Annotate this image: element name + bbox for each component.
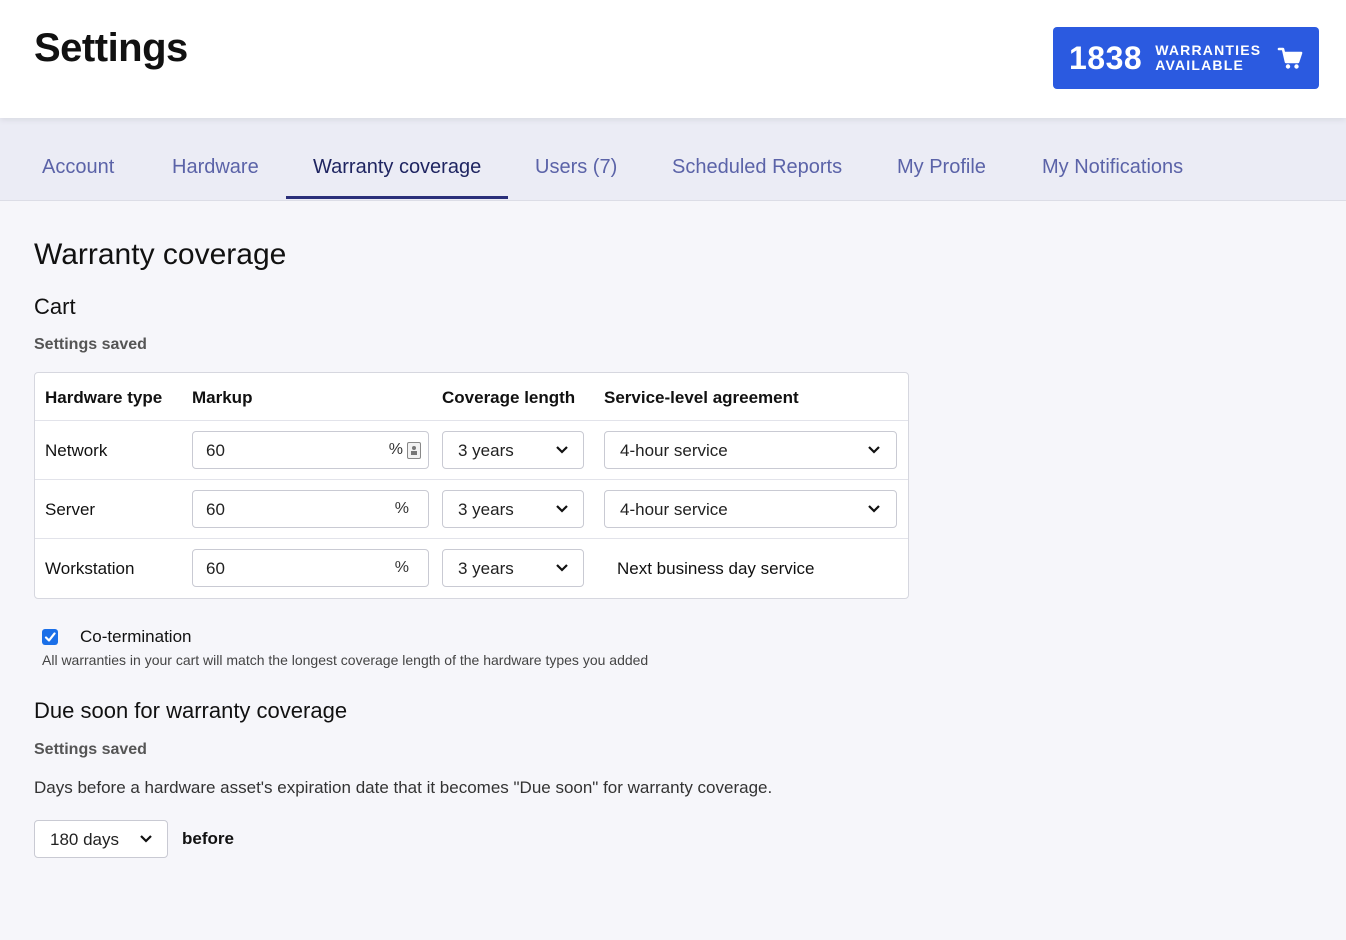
markup-value: 60 [206, 441, 225, 460]
markup-value: 60 [206, 500, 225, 519]
coverage-select-server[interactable]: 3 years [442, 490, 584, 528]
percent-suffix: % [394, 559, 409, 576]
sla-select-server[interactable]: 4-hour service [604, 490, 897, 528]
coverage-value: 3 years [458, 441, 514, 460]
markup-input-network[interactable]: 60 % [192, 431, 429, 469]
chevron-down-icon [868, 505, 880, 513]
row-divider [35, 420, 908, 421]
cotermination-label[interactable]: Co-termination [80, 627, 192, 647]
markup-value: 60 [206, 559, 225, 578]
tab-my-profile[interactable]: My Profile [897, 156, 986, 179]
due-soon-title: Due soon for warranty coverage [34, 698, 348, 723]
chevron-down-icon [868, 446, 880, 454]
password-manager-icon[interactable] [407, 442, 421, 459]
column-header-sla: Service-level agreement [604, 388, 799, 407]
before-label: before [182, 829, 234, 848]
hardware-type-workstation: Workstation [45, 559, 135, 578]
chevron-down-icon [556, 446, 568, 454]
page-title: Settings [34, 26, 188, 70]
top-bar: Settings 1838 WARRANTIES AVAILABLE [0, 0, 1346, 118]
warranty-label-line2: AVAILABLE [1155, 57, 1245, 73]
warranties-available-button[interactable]: 1838 WARRANTIES AVAILABLE [1053, 27, 1319, 89]
chevron-down-icon [140, 835, 152, 843]
hardware-type-server: Server [45, 500, 96, 519]
coverage-select-network[interactable]: 3 years [442, 431, 584, 469]
section-title: Warranty coverage [34, 238, 287, 271]
checkmark-icon [44, 632, 56, 642]
due-soon-status: Settings saved [34, 741, 147, 758]
coverage-value: 3 years [458, 559, 514, 578]
days-value: 180 days [50, 830, 119, 849]
cart-table: Hardware type Markup Coverage length Ser… [34, 372, 909, 599]
warranty-count: 1838 [1069, 39, 1143, 76]
cotermination-checkbox[interactable] [42, 629, 58, 645]
row-divider [35, 538, 908, 539]
sla-value: 4-hour service [620, 441, 728, 460]
tab-account[interactable]: Account [42, 156, 114, 179]
warranty-label: WARRANTIES AVAILABLE [1155, 43, 1267, 73]
sla-value: 4-hour service [620, 500, 728, 519]
active-tab-indicator [286, 196, 508, 199]
tab-hardware[interactable]: Hardware [172, 156, 259, 179]
cotermination-help-text: All warranties in your cart will match t… [42, 652, 649, 668]
cart-icon [1277, 47, 1303, 69]
coverage-select-workstation[interactable]: 3 years [442, 549, 584, 587]
tab-users[interactable]: Users (7) [535, 156, 617, 179]
tab-my-notifications[interactable]: My Notifications [1042, 156, 1183, 179]
percent-suffix: % [394, 500, 409, 517]
row-divider [35, 479, 908, 480]
markup-input-server[interactable]: 60 % [192, 490, 429, 528]
markup-input-workstation[interactable]: 60 % [192, 549, 429, 587]
tab-bar: Account Hardware Warranty coverage Users… [0, 118, 1346, 201]
column-header-coverage-length: Coverage length [442, 388, 576, 407]
chevron-down-icon [556, 505, 568, 513]
tab-warranty-coverage[interactable]: Warranty coverage [313, 156, 481, 179]
coverage-value: 3 years [458, 500, 514, 519]
warranty-label-line1: WARRANTIES [1155, 42, 1262, 58]
due-soon-description: Days before a hardware asset's expiratio… [34, 778, 773, 797]
tab-scheduled-reports[interactable]: Scheduled Reports [672, 156, 842, 179]
column-header-hardware-type: Hardware type [45, 388, 163, 407]
cart-status: Settings saved [34, 336, 147, 353]
chevron-down-icon [556, 564, 568, 572]
cart-title: Cart [34, 294, 76, 319]
due-soon-days-select[interactable]: 180 days [34, 820, 168, 858]
sla-select-network[interactable]: 4-hour service [604, 431, 897, 469]
column-header-markup: Markup [192, 388, 253, 407]
percent-suffix: % [388, 441, 403, 458]
sla-text-workstation: Next business day service [617, 559, 815, 578]
hardware-type-network: Network [45, 441, 108, 460]
